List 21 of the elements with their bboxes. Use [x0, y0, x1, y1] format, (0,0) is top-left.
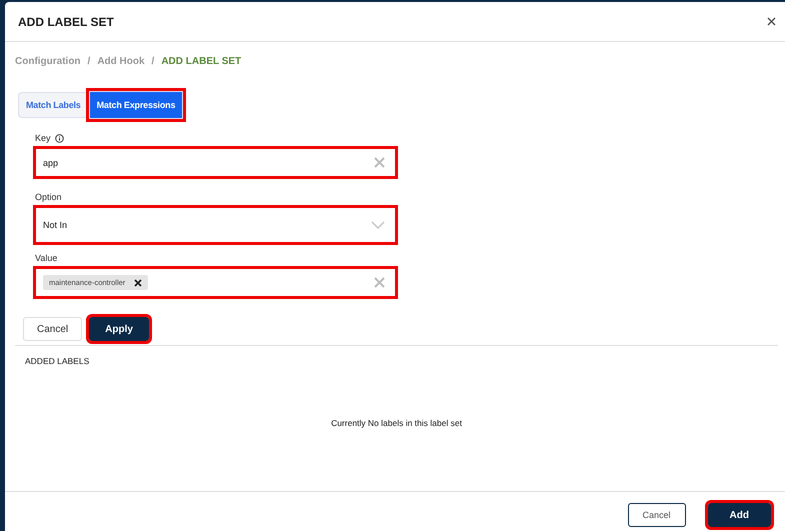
field-label: Key — [35, 133, 51, 143]
breadcrumb-separator: / — [88, 56, 90, 67]
field-label: Value — [35, 253, 58, 263]
breadcrumb-separator: / — [152, 56, 154, 67]
chevron-down-icon — [371, 221, 385, 229]
remove-icon[interactable] — [134, 278, 142, 286]
empty-message: Currently No labels in this label set — [331, 418, 462, 428]
field-label: Option — [35, 192, 62, 202]
info-icon — [54, 134, 64, 142]
add-button[interactable]: Add — [708, 503, 771, 527]
option-dropdown[interactable]: Not In — [33, 205, 398, 245]
tab[interactable]: Match Expressions — [88, 91, 184, 119]
apply-button[interactable]: Apply — [89, 317, 149, 341]
key-input-field[interactable]: app — [33, 146, 398, 179]
breadcrumb-current: ADD LABEL SET — [161, 56, 242, 67]
cancel-button[interactable]: Cancel — [628, 503, 686, 527]
section-heading: ADDED LABELS — [25, 356, 90, 366]
cancel-button[interactable]: Cancel — [23, 317, 82, 341]
tab[interactable]: Match Labels — [18, 92, 89, 118]
close-icon[interactable] — [767, 17, 776, 26]
dialog-title: ADD LABEL SET — [18, 14, 114, 28]
